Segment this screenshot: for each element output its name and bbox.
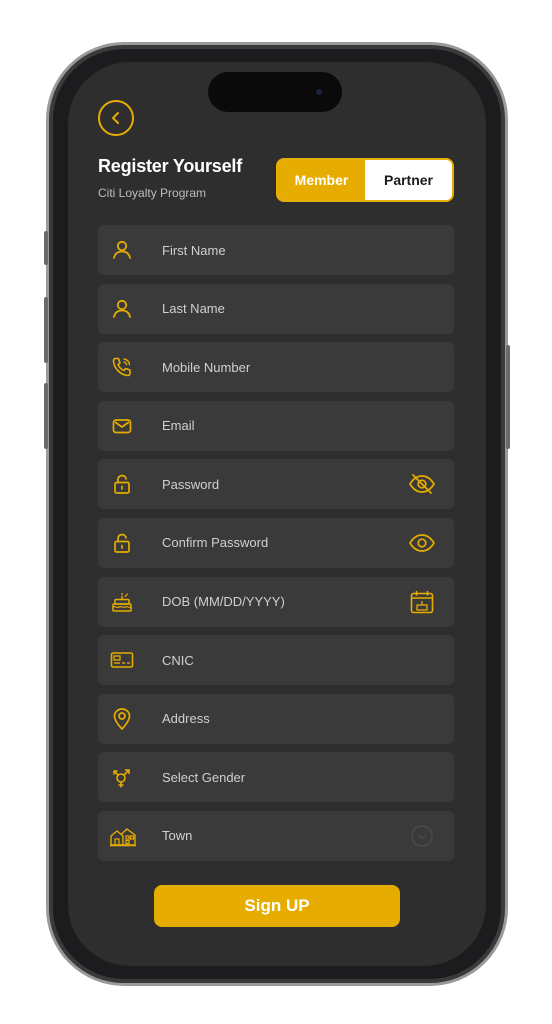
power-button (506, 345, 510, 449)
field-label: CNIC (162, 652, 194, 668)
user-icon (113, 299, 131, 318)
field-label: Town (162, 828, 193, 844)
page-subtitle: Citi Loyalty Program (98, 186, 207, 200)
calendar-icon[interactable] (408, 590, 436, 614)
chevron-down-icon[interactable] (408, 824, 436, 848)
field-label: Confirm Password (162, 535, 269, 551)
field-label: DOB (MM/DD/YYYY) (162, 594, 285, 610)
lock-icon (114, 475, 130, 495)
volume-up-button (44, 297, 48, 363)
field-label: Mobile Number (162, 359, 251, 375)
chevron-left-icon (112, 112, 119, 124)
eye-icon[interactable] (408, 531, 436, 555)
field-label: Address (162, 711, 210, 727)
last-name-field[interactable]: Last Name (98, 283, 454, 334)
lock-icon (114, 533, 130, 553)
member-tab[interactable]: Member (278, 160, 365, 200)
dynamic-island (208, 72, 342, 112)
field-label: First Name (162, 242, 226, 258)
id-card-icon (110, 652, 134, 668)
town-field[interactable]: Town (98, 810, 454, 861)
field-label: Select Gender (162, 769, 246, 785)
member-partner-toggle: Member Partner (276, 158, 454, 202)
partner-tab[interactable]: Partner (365, 160, 452, 200)
town-icon (110, 828, 136, 847)
eye-off-icon[interactable] (408, 472, 436, 496)
dob-field[interactable]: DOB (MM/DD/YYYY) (98, 576, 454, 627)
field-label: Email (162, 418, 195, 434)
cnic-field[interactable]: CNIC (98, 635, 454, 686)
mobile-number-field[interactable]: Mobile Number (98, 342, 454, 393)
password-field[interactable]: Password (98, 459, 454, 510)
gender-field[interactable]: Select Gender (98, 752, 454, 803)
sign-up-button[interactable]: Sign UP (154, 885, 400, 927)
back-button[interactable] (98, 100, 134, 136)
cake-icon (112, 592, 132, 612)
address-field[interactable]: Address (98, 693, 454, 744)
field-label: Password (162, 476, 220, 492)
page-title: Register Yourself (98, 156, 242, 176)
mute-switch (44, 231, 48, 265)
phone-icon (112, 357, 131, 377)
mail-icon (112, 418, 132, 434)
user-icon (113, 240, 131, 259)
gender-icon (113, 769, 130, 789)
first-name-field[interactable]: First Name (98, 225, 454, 275)
volume-down-button (44, 383, 48, 449)
app-screen: Register Yourself Citi Loyalty Program M… (68, 62, 486, 966)
location-pin-icon (113, 707, 131, 730)
email-field[interactable]: Email (98, 400, 454, 451)
field-label: Last Name (162, 301, 225, 317)
registration-form: First Name Last Name Mobile Number Email… (98, 225, 454, 870)
confirm-password-field[interactable]: Confirm Password (98, 517, 454, 568)
